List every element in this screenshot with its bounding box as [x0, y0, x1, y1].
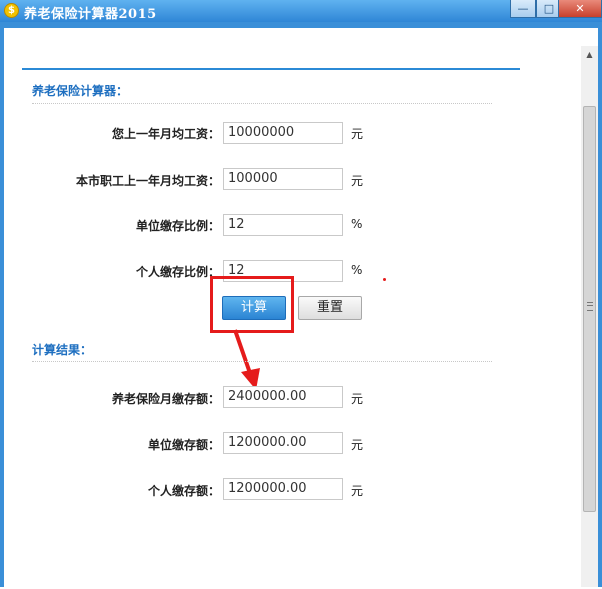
scrollbar-thumb[interactable]	[583, 106, 596, 512]
last-year-salary-input[interactable]: 10000000	[223, 122, 343, 144]
divider	[32, 103, 492, 104]
red-dot	[383, 278, 386, 281]
title-bar[interactable]: $ 养老保险计算器2015 — □ ✕	[0, 0, 602, 22]
unit-label: 元	[351, 438, 364, 452]
field-label: 本市职工上一年月均工资：	[75, 174, 220, 188]
employer-amount-output[interactable]: 1200000.00	[223, 432, 343, 454]
result-label: 养老保险月缴存额：	[111, 392, 220, 406]
field-label: 个人缴存比例：	[135, 265, 220, 279]
calculator-section-title: 养老保险计算器：	[32, 84, 129, 98]
unit-label: 元	[351, 127, 364, 141]
red-arrow-icon	[233, 329, 260, 390]
results-section-title: 计算结果：	[32, 343, 93, 357]
unit-label: %	[351, 263, 363, 277]
employer-rate-input[interactable]: 12	[223, 214, 343, 236]
calculator-panel: 养老保险计算器： 您上一年月均工资： 10000000 元 本市职工上一年月均工…	[22, 68, 520, 589]
minimize-button[interactable]: —	[510, 0, 536, 18]
unit-label: 元	[351, 174, 364, 188]
reset-button[interactable]: 重置	[298, 296, 362, 320]
unit-label: 元	[351, 392, 364, 406]
divider	[32, 361, 492, 362]
scroll-up-arrow-icon[interactable]: ▲	[581, 46, 598, 63]
unit-label: %	[351, 217, 363, 231]
vertical-scrollbar[interactable]: ▲	[581, 46, 598, 587]
field-label: 单位缴存比例：	[135, 219, 220, 233]
field-label: 您上一年月均工资：	[111, 127, 220, 141]
grip-icon	[587, 302, 593, 311]
calculate-button[interactable]: 计算	[222, 296, 286, 320]
dollar-coin-icon: $	[4, 3, 19, 18]
result-label: 单位缴存额：	[147, 438, 220, 452]
close-button[interactable]: ✕	[558, 0, 602, 18]
window-title: 养老保险计算器2015	[24, 7, 157, 22]
monthly-total-output[interactable]: 2400000.00	[223, 386, 343, 408]
result-label: 个人缴存额：	[147, 484, 220, 498]
client-area: 养老保险计算器： 您上一年月均工资： 10000000 元 本市职工上一年月均工…	[4, 28, 598, 589]
unit-label: 元	[351, 484, 364, 498]
city-average-salary-input[interactable]: 100000	[223, 168, 343, 190]
app-window: $ 养老保险计算器2015 — □ ✕ 养老保险计算器： 您上一年月均工资： 1…	[0, 0, 602, 589]
personal-amount-output[interactable]: 1200000.00	[223, 478, 343, 500]
